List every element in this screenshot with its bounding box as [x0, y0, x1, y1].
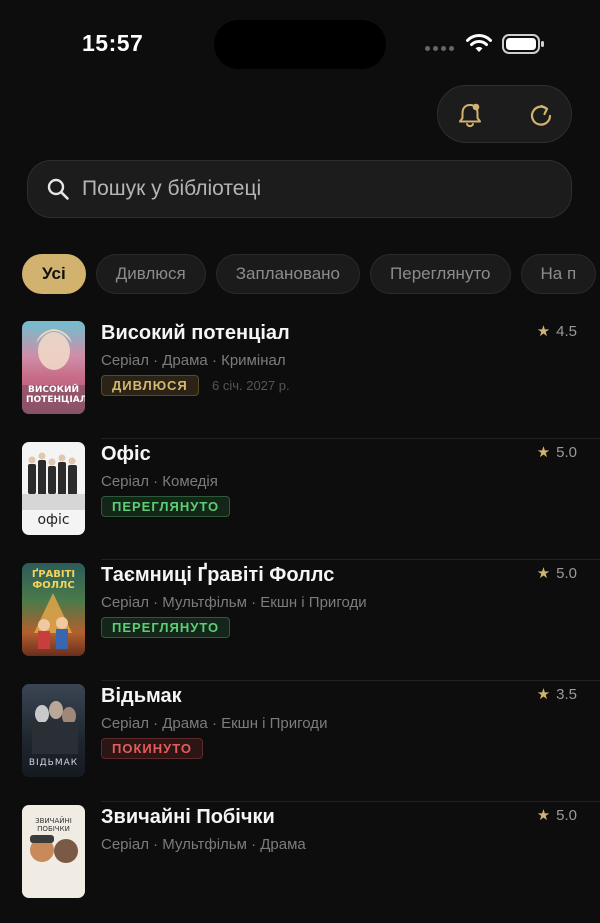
- poster-image: офіс: [22, 442, 85, 535]
- poster-image: ҐРАВІТІ ФОЛЛС: [22, 563, 85, 656]
- item-rating: ★ 5.0: [536, 564, 577, 583]
- filter-chip-all[interactable]: Усі: [22, 254, 86, 294]
- list-item[interactable]: ВІДЬМАК Відьмак Серіал · Драма · Екшн і …: [0, 681, 600, 802]
- item-rating: ★ 3.5: [536, 685, 577, 704]
- item-meta: Серіал · Комедія: [101, 473, 218, 490]
- poster-title: ВИСОКИЙ ПОТЕНЦІАЛ: [26, 385, 85, 405]
- status-time: 15:57: [82, 30, 144, 56]
- filter-chip-planned[interactable]: Заплановано: [215, 254, 361, 294]
- status-badge: ДИВЛЮСЯ: [101, 375, 199, 396]
- rating-value: 5.0: [556, 564, 577, 582]
- star-icon: ★: [536, 444, 551, 461]
- star-icon: ★: [536, 323, 551, 340]
- status-badge: ПЕРЕГЛЯНУТО: [101, 617, 231, 638]
- item-meta: Серіал · Драма · Кримінал: [101, 352, 286, 369]
- rating-value: 5.0: [556, 443, 577, 461]
- item-date: 6 січ. 2027 р.: [212, 378, 290, 393]
- rating-value: 4.5: [556, 322, 577, 340]
- list-item[interactable]: ҐРАВІТІ ФОЛЛС Таємниці Ґравіті Фоллс Сер…: [0, 560, 600, 681]
- filter-chip-watched[interactable]: Переглянуто: [370, 254, 511, 294]
- status-badge: ПЕРЕГЛЯНУТО: [101, 496, 231, 517]
- search-bar[interactable]: [27, 160, 572, 218]
- item-meta: Серіал · Драма · Екшн і Пригоди: [101, 715, 328, 732]
- item-title: Звичайні Побічки: [101, 806, 275, 828]
- dynamic-island: [214, 20, 386, 69]
- star-icon: ★: [536, 686, 551, 703]
- poster-title: ЗВИЧАЙНІ ПОБІЧКИ: [35, 817, 72, 833]
- item-rating: ★ 5.0: [536, 443, 577, 462]
- filter-chip-watching[interactable]: Дивлюся: [95, 254, 206, 294]
- poster-image: ВИСОКИЙ ПОТЕНЦІАЛ: [22, 321, 85, 414]
- filter-chip-on-hold[interactable]: На п: [520, 254, 597, 294]
- list-item[interactable]: офіс Офіс Серіал · Комедія ПЕРЕГЛЯНУТО ★…: [0, 439, 600, 560]
- poster-title: офіс: [37, 512, 70, 528]
- battery-icon: [502, 34, 544, 54]
- library-list: ВИСОКИЙ ПОТЕНЦІАЛ Високий потенціал Сері…: [0, 318, 600, 923]
- item-meta: Серіал · Мультфільм · Драма: [101, 836, 306, 853]
- poster-title: ҐРАВІТІ ФОЛЛС: [31, 569, 76, 591]
- item-meta: Серіал · Мультфільм · Екшн і Пригоди: [101, 594, 367, 611]
- item-title: Високий потенціал: [101, 322, 290, 344]
- rating-value: 3.5: [556, 685, 577, 703]
- rating-value: 5.0: [556, 806, 577, 824]
- star-icon: ★: [536, 565, 551, 582]
- list-item[interactable]: ЗВИЧАЙНІ ПОБІЧКИ Звичайні Побічки Серіал…: [0, 802, 600, 923]
- search-input[interactable]: [80, 176, 571, 202]
- header-actions: [437, 85, 572, 143]
- item-title: Відьмак: [101, 685, 182, 707]
- poster-image: ВІДЬМАК: [22, 684, 85, 777]
- star-icon: ★: [536, 807, 551, 824]
- refresh-icon[interactable]: [524, 98, 558, 132]
- filter-chips: Усі Дивлюся Заплановано Переглянуто На п: [22, 254, 597, 294]
- signal-icon: [425, 46, 454, 51]
- poster-title: ВІДЬМАК: [28, 758, 79, 768]
- item-title: Таємниці Ґравіті Фоллс: [101, 564, 335, 586]
- search-icon: [47, 178, 69, 200]
- poster-image: ЗВИЧАЙНІ ПОБІЧКИ: [22, 805, 85, 898]
- bell-icon[interactable]: [453, 98, 487, 132]
- wifi-icon: [466, 34, 492, 52]
- item-title: Офіс: [101, 443, 151, 465]
- item-rating: ★ 5.0: [536, 806, 577, 825]
- status-badge: ПОКИНУТО: [101, 738, 203, 759]
- item-rating: ★ 4.5: [536, 322, 577, 341]
- list-item[interactable]: ВИСОКИЙ ПОТЕНЦІАЛ Високий потенціал Сері…: [0, 318, 600, 439]
